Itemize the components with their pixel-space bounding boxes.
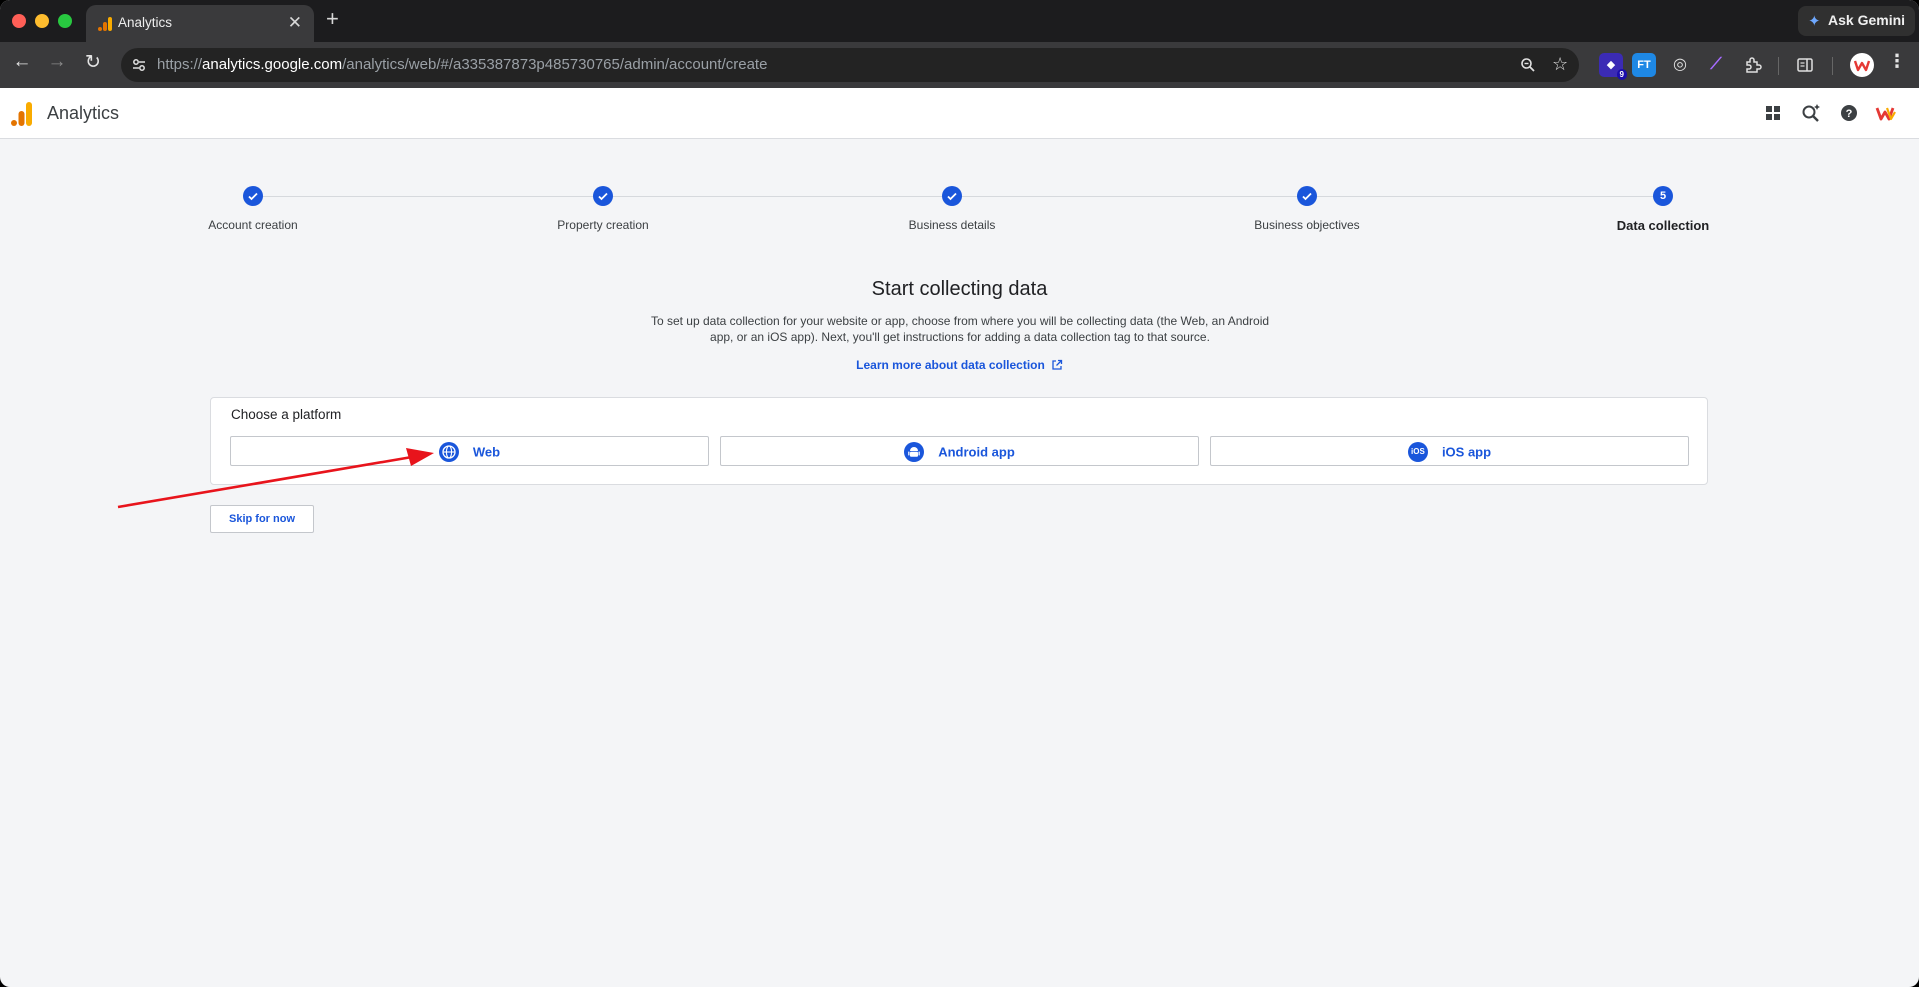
forward-icon[interactable]: →: [45, 51, 69, 73]
new-tab-button[interactable]: +: [326, 8, 339, 30]
fullscreen-window-button[interactable]: [58, 14, 72, 28]
toolbar-separator: [1832, 57, 1833, 75]
step-label: Business details: [908, 218, 996, 232]
step-complete-check-icon: [593, 186, 613, 206]
url-path: /analytics/web/#/a335387873p485730765/ad…: [342, 56, 768, 73]
profile-logo-icon: [1853, 60, 1871, 72]
extensions-icon[interactable]: [1744, 56, 1762, 74]
address-bar[interactable]: https://analytics.google.com/analytics/w…: [121, 48, 1579, 82]
annotation-arrow: [117, 448, 434, 509]
close-tab-icon[interactable]: ✕: [288, 13, 302, 33]
step-business-details: Business details: [832, 186, 1072, 232]
step-complete-check-icon: [942, 186, 962, 206]
globe-icon: [438, 442, 459, 462]
platform-label: iOS app: [1441, 444, 1492, 460]
app-name: Analytics: [47, 103, 120, 123]
gemini-spark-icon: ✦: [1808, 13, 1821, 30]
card-title: Choose a platform: [231, 407, 342, 422]
minimize-window-button[interactable]: [35, 14, 49, 28]
step-label: Account creation: [208, 218, 298, 232]
step-property-creation: Property creation: [483, 186, 723, 232]
choose-platform-card: Choose a platform Web Android app iOS iO…: [210, 397, 1708, 485]
step-account-creation: Account creation: [133, 186, 373, 232]
svg-text:?: ?: [1846, 108, 1853, 120]
ask-gemini-button[interactable]: ✦ Ask Gemini: [1798, 6, 1915, 36]
external-link-icon: [1052, 359, 1062, 370]
ask-gemini-label: Ask Gemini: [1828, 12, 1906, 28]
browser-tab[interactable]: Analytics ✕: [86, 5, 314, 42]
url-host: analytics.google.com: [202, 56, 343, 73]
step-label: Business objectives: [1254, 218, 1360, 232]
extension-feather-icon[interactable]: ⟋: [1704, 53, 1728, 77]
extension-ft-icon[interactable]: FT: [1632, 53, 1656, 77]
tab-title: Analytics: [118, 15, 173, 30]
toolbar-separator: [1778, 57, 1779, 75]
page-description: To set up data collection for your websi…: [640, 313, 1280, 345]
analytics-header: Analytics ?: [0, 88, 1919, 139]
side-panel-icon[interactable]: [1797, 57, 1813, 73]
url-text: https://analytics.google.com/analytics/w…: [157, 56, 767, 73]
analytics-favicon-icon: [98, 17, 112, 31]
learn-more-link[interactable]: Learn more about data collection: [0, 358, 1919, 372]
page-title: Start collecting data: [871, 278, 1048, 300]
step-label: Data collection: [1616, 218, 1710, 233]
reload-icon[interactable]: ↻: [81, 51, 105, 74]
step-data-collection: 5 Data collection: [1543, 186, 1783, 233]
description-line: app, or an iOS app). Next, you'll get in…: [710, 330, 1210, 344]
apps-grid-icon[interactable]: [1760, 100, 1786, 126]
web-platform-button[interactable]: Web: [230, 436, 709, 466]
close-window-button[interactable]: [12, 14, 26, 28]
extension-icon-1[interactable]: ◆ 9: [1599, 53, 1627, 80]
android-platform-button[interactable]: Android app: [720, 436, 1199, 466]
skip-for-now-button[interactable]: Skip for now: [210, 505, 314, 533]
site-info-icon[interactable]: [131, 57, 147, 73]
step-number: 5: [1653, 186, 1673, 206]
account-avatar-icon[interactable]: [1874, 100, 1900, 126]
zoom-icon[interactable]: [1520, 57, 1536, 73]
step-complete-check-icon: [243, 186, 263, 206]
step-business-objectives: Business objectives: [1187, 186, 1427, 232]
back-icon[interactable]: ←: [10, 51, 34, 73]
platform-label: Web: [472, 444, 501, 460]
step-complete-check-icon: [1297, 186, 1317, 206]
platform-label: Android app: [938, 444, 1015, 460]
learn-more-label: Learn more about data collection: [856, 358, 1045, 372]
ios-icon: iOS: [1407, 442, 1428, 462]
url-scheme: https://: [157, 56, 203, 73]
browser-toolbar: ← → ↻ https://analytics.google.com/analy…: [0, 42, 1919, 88]
ios-platform-button[interactable]: iOS iOS app: [1210, 436, 1689, 466]
menu-icon[interactable]: ⋮: [1885, 51, 1909, 72]
extension-target-icon[interactable]: ◎: [1668, 53, 1692, 77]
analytics-logo-icon: [11, 102, 32, 126]
profile-avatar[interactable]: [1850, 53, 1874, 77]
help-icon[interactable]: ?: [1836, 100, 1862, 126]
tab-bar: Analytics ✕ + ✦ Ask Gemini: [0, 0, 1919, 42]
browser-window: Analytics ✕ + ✦ Ask Gemini ← → ↻ https:/…: [0, 0, 1919, 987]
step-label: Property creation: [557, 218, 649, 232]
extension-badge: 9: [1616, 69, 1627, 80]
description-line: To set up data collection for your websi…: [650, 314, 1270, 328]
search-insights-icon[interactable]: [1798, 100, 1824, 126]
bookmark-star-icon[interactable]: ☆: [1552, 54, 1568, 75]
android-icon: [904, 442, 925, 462]
